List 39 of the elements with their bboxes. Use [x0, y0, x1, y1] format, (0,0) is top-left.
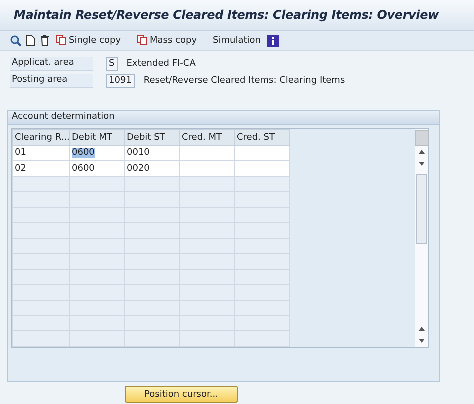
copy-icon: [56, 35, 67, 46]
column-header[interactable]: Cred. MT: [180, 130, 234, 146]
table-cell[interactable]: 01: [12, 146, 70, 161]
toolbar-button[interactable]: Simulation: [211, 32, 263, 48]
toolbar-button[interactable]: Single copy: [54, 32, 124, 48]
table-cell[interactable]: [234, 146, 290, 161]
trash-icon[interactable]: [40, 34, 50, 46]
info-icon[interactable]: [267, 34, 279, 46]
table-cell[interactable]: 0020: [124, 160, 180, 176]
toolbar-button[interactable]: Mass copy: [135, 32, 200, 48]
table-cell[interactable]: [180, 160, 234, 176]
input-field[interactable]: 1091: [106, 74, 135, 88]
column-header[interactable]: Cred. ST: [234, 130, 290, 146]
column-header[interactable]: Debit ST: [124, 130, 180, 146]
table-cell[interactable]: [180, 146, 234, 161]
table-cell[interactable]: 0600: [70, 160, 124, 176]
scroll-down-icon[interactable]: [418, 337, 426, 345]
field-description: Reset/Reverse Cleared Items: Clearing Items: [144, 76, 346, 86]
table-cell[interactable]: 0010: [124, 146, 180, 161]
field-label: Applicat. area: [10, 57, 93, 71]
document-icon[interactable]: [26, 34, 36, 46]
input-field[interactable]: S: [106, 57, 118, 71]
scrollbar[interactable]: [415, 129, 428, 347]
column-header[interactable]: Debit MT: [70, 130, 124, 146]
position-cursor-button[interactable]: Position cursor...: [125, 386, 238, 403]
table-cell[interactable]: [234, 160, 290, 176]
table-cell[interactable]: 0600: [70, 146, 124, 161]
scroll-thumb[interactable]: [416, 174, 427, 244]
search-icon[interactable]: [10, 34, 22, 46]
table-cell[interactable]: 02: [12, 160, 70, 176]
field-description: Extended FI-CA: [126, 59, 196, 69]
field-label: Posting area: [10, 74, 93, 88]
scroll-down-icon[interactable]: [418, 160, 426, 168]
group-title: Account determination: [8, 111, 439, 125]
column-header[interactable]: Clearing R...: [12, 130, 70, 146]
scroll-up-icon[interactable]: [418, 325, 426, 333]
window-title: Maintain Reset/Reverse Cleared Items: Clearing Items: Overview: [14, 8, 439, 22]
scroll-up-icon[interactable]: [418, 148, 426, 156]
copy-icon: [137, 35, 148, 46]
